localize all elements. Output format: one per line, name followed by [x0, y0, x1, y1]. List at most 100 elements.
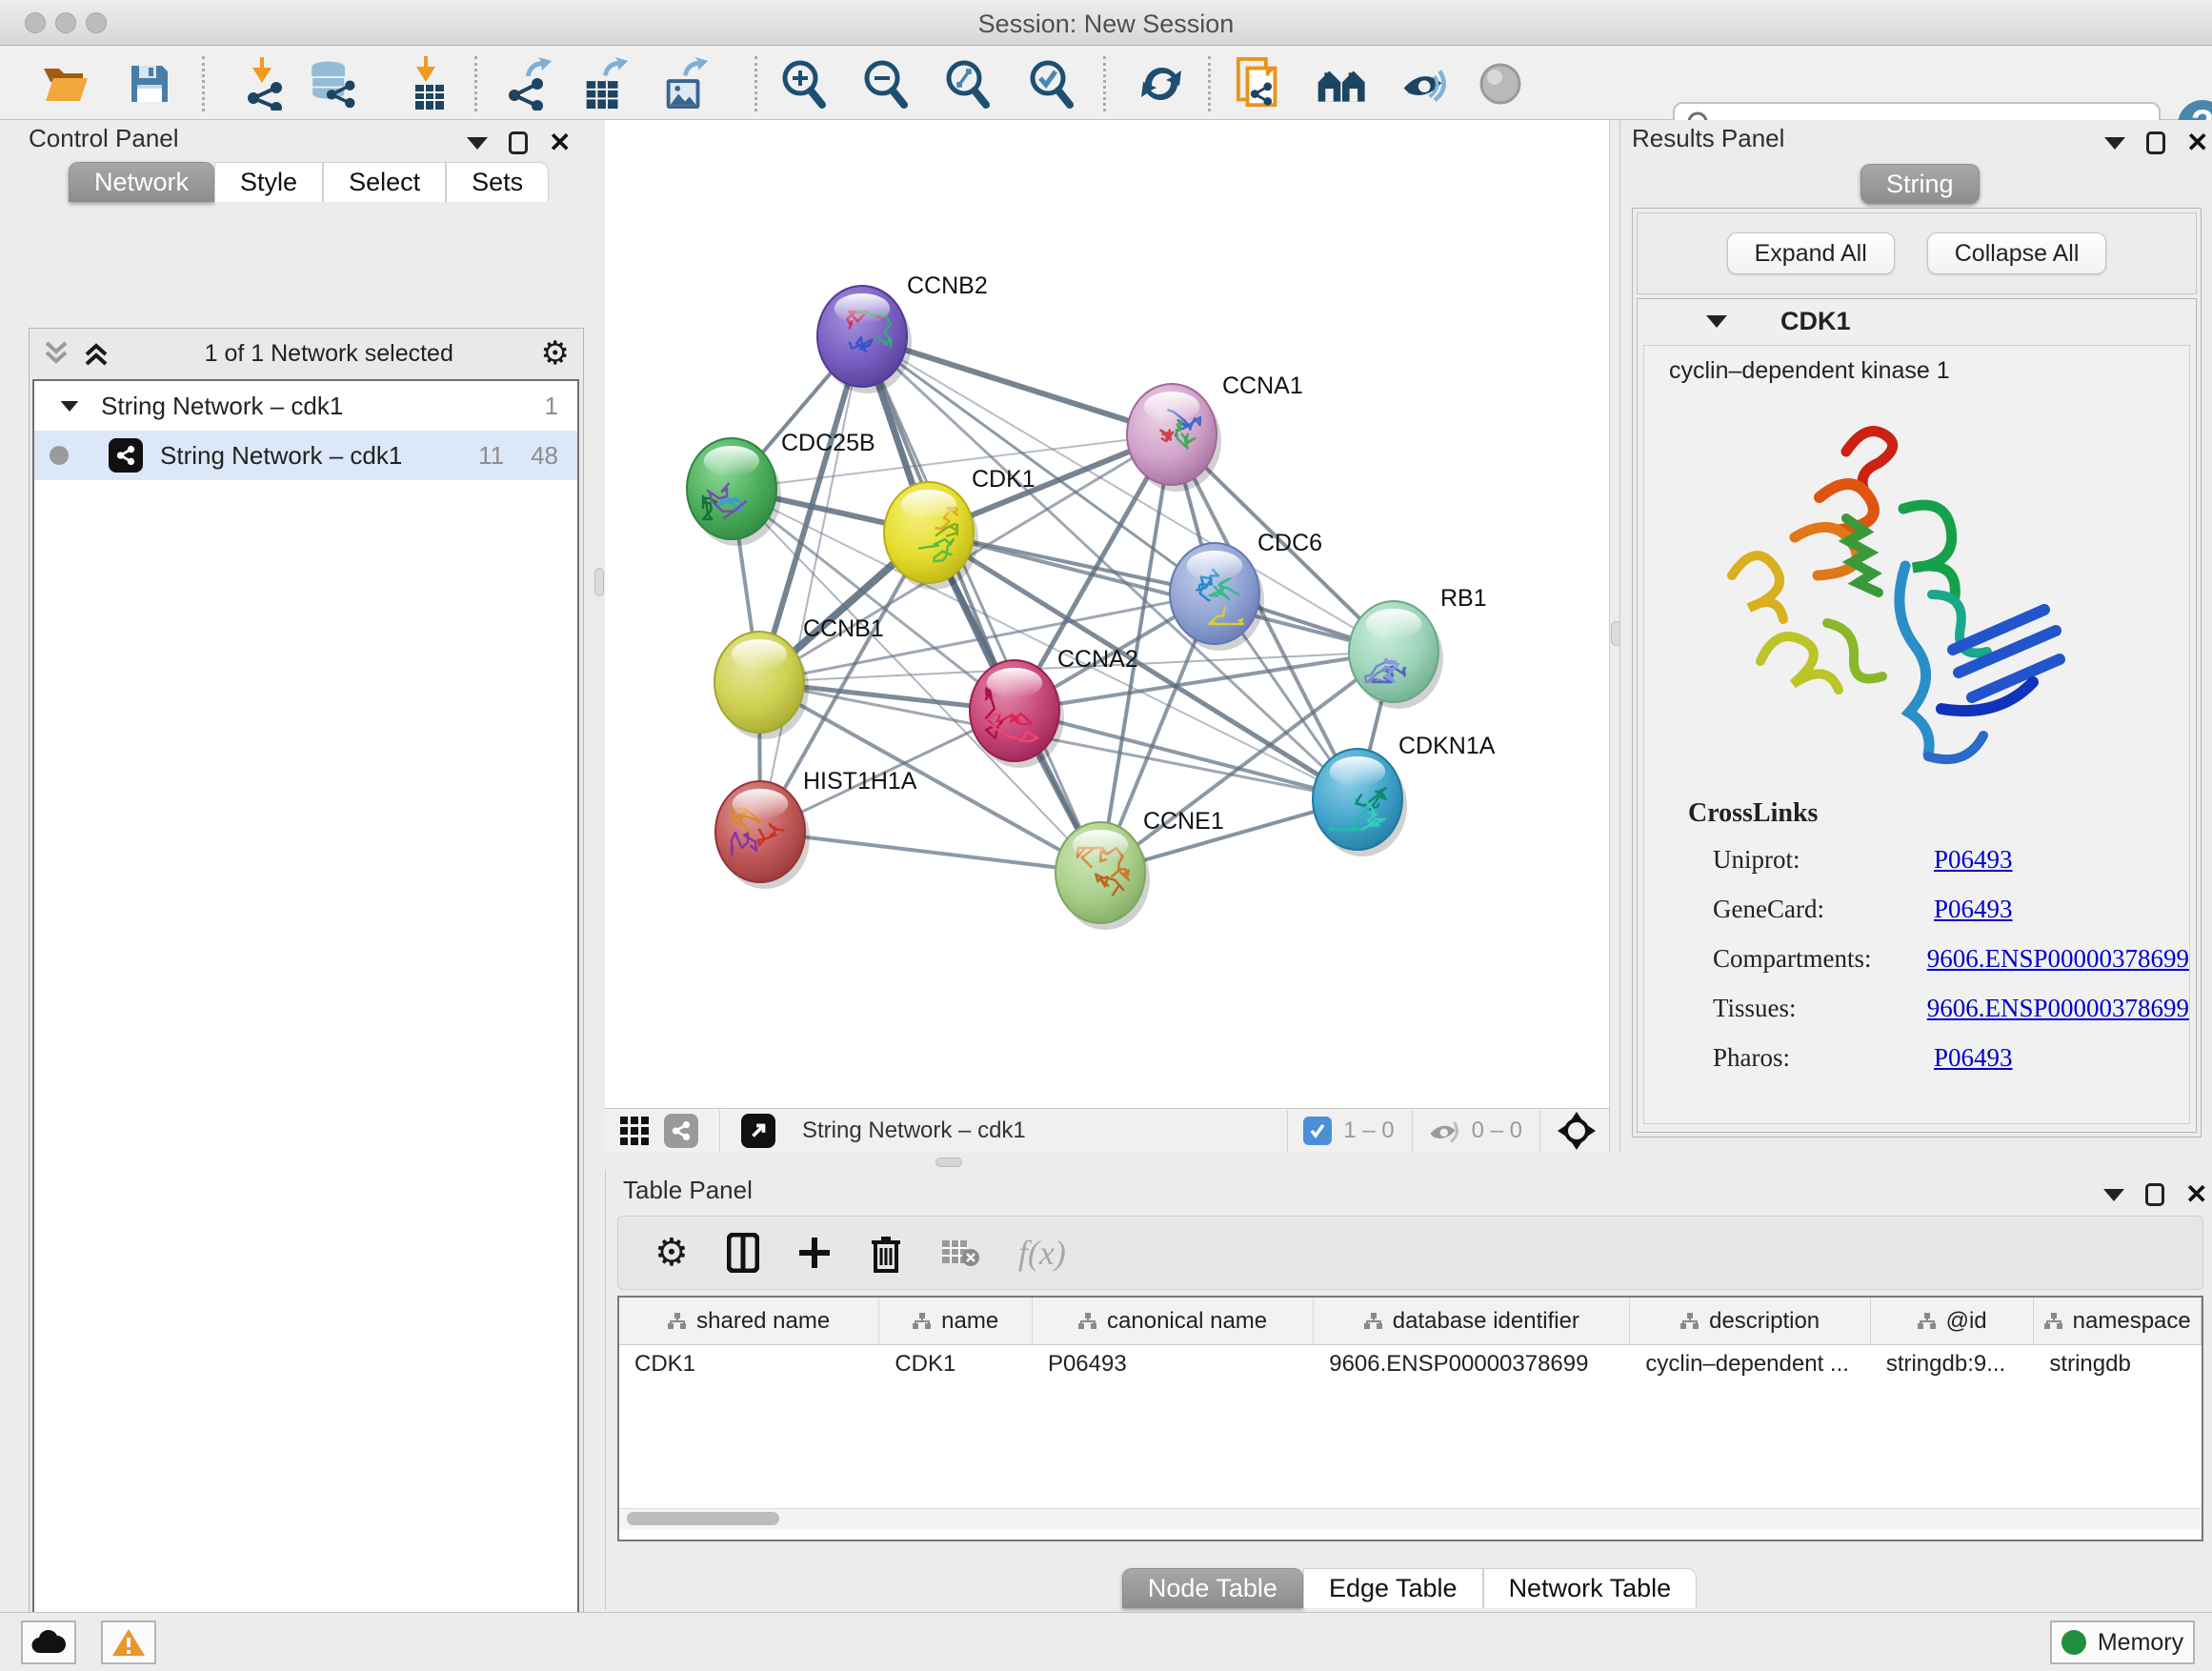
- node-RB1[interactable]: [1349, 601, 1443, 709]
- tab-style[interactable]: Style: [214, 162, 323, 202]
- first-neighbors-icon[interactable]: [1317, 58, 1368, 110]
- collapse-all-button[interactable]: Collapse All: [1927, 232, 2107, 274]
- column-header-shared-name[interactable]: shared name: [619, 1298, 879, 1344]
- zoom-out-icon[interactable]: [859, 58, 911, 110]
- zoom-fit-icon[interactable]: [941, 58, 993, 110]
- tree-expand-icon[interactable]: [61, 400, 79, 411]
- column-header-namespace[interactable]: namespace: [2034, 1298, 2202, 1344]
- crosslink-link[interactable]: 9606.ENSP00000378699: [1927, 994, 2189, 1023]
- export-image-icon[interactable]: [659, 58, 711, 110]
- panel-float-icon[interactable]: [509, 131, 528, 154]
- collapse-all-icon[interactable]: [43, 339, 77, 368]
- scrollbar-thumb[interactable]: [627, 1512, 779, 1525]
- expand-all-icon[interactable]: [83, 339, 117, 368]
- memory-button[interactable]: Memory: [2050, 1621, 2195, 1664]
- table-cell[interactable]: CDK1: [619, 1351, 879, 1378]
- panel-float-icon[interactable]: [2145, 1183, 2164, 1206]
- crosslink-row: Pharos:P06493: [1713, 1033, 2189, 1082]
- node-CDK1[interactable]: [884, 482, 978, 590]
- network-canvas[interactable]: CCNB2CCNA1CDC25BCDK1CDC6RB1CCNB1CCNA2CDK…: [605, 120, 1610, 1108]
- tab-network-table[interactable]: Network Table: [1483, 1568, 1698, 1608]
- fit-selected-icon[interactable]: [1558, 1112, 1596, 1150]
- show-all-icon[interactable]: [1475, 58, 1526, 110]
- zoom-in-icon[interactable]: [777, 58, 829, 110]
- open-file-icon[interactable]: [40, 58, 91, 110]
- panel-menu-icon[interactable]: [2104, 137, 2125, 150]
- node-CDKN1A[interactable]: [1313, 749, 1407, 856]
- node-CCNE1[interactable]: [1056, 822, 1150, 930]
- edge-CCNB2-HIST1H1A[interactable]: [760, 336, 862, 832]
- copy-network-icon[interactable]: [1235, 58, 1286, 110]
- table-cell[interactable]: 9606.ENSP00000378699: [1314, 1351, 1630, 1378]
- crosslink-link[interactable]: 9606.ENSP00000378699: [1927, 944, 2189, 974]
- tab-select[interactable]: Select: [323, 162, 446, 202]
- gene-section: CDK1 cyclin–dependent kinase 1: [1637, 298, 2197, 1133]
- node-CCNB2[interactable]: [817, 286, 912, 393]
- table-cell[interactable]: stringdb:9...: [1871, 1351, 2035, 1378]
- gear-icon[interactable]: ⚙: [541, 337, 570, 370]
- table-cell[interactable]: cyclin–dependent ...: [1630, 1351, 1870, 1378]
- table-cell[interactable]: P06493: [1033, 1351, 1314, 1378]
- export-network-icon[interactable]: [505, 58, 556, 110]
- show-columns-icon[interactable]: [727, 1233, 759, 1273]
- grid-view-icon[interactable]: [618, 1115, 651, 1147]
- bottom-splitter-handle[interactable]: [935, 1158, 962, 1167]
- warning-button[interactable]: [101, 1621, 156, 1664]
- network-collection-row[interactable]: String Network – cdk1 1: [34, 381, 577, 431]
- column-header-description[interactable]: description: [1630, 1298, 1870, 1344]
- export-table-icon[interactable]: [579, 58, 631, 110]
- tab-string[interactable]: String: [1860, 164, 1980, 204]
- tab-edge-table[interactable]: Edge Table: [1303, 1568, 1483, 1608]
- import-network-file-icon[interactable]: [236, 58, 288, 110]
- panel-close-icon[interactable]: ✕: [2186, 131, 2208, 154]
- panel-menu-icon[interactable]: [467, 137, 488, 150]
- node-CDC25B[interactable]: [687, 438, 781, 546]
- table-cell[interactable]: CDK1: [879, 1351, 1033, 1378]
- column-header-name[interactable]: name: [879, 1298, 1033, 1344]
- node-CDC6[interactable]: [1170, 543, 1264, 651]
- selected-nodes-checkbox[interactable]: [1303, 1117, 1332, 1145]
- edge-HIST1H1A-CCNE1[interactable]: [760, 832, 1100, 873]
- node-HIST1H1A[interactable]: [715, 781, 810, 889]
- birds-eye-view-icon[interactable]: [741, 1114, 775, 1148]
- column-header-id[interactable]: @id: [1871, 1298, 2035, 1344]
- panel-menu-icon[interactable]: [2103, 1189, 2124, 1201]
- delete-column-icon[interactable]: [870, 1233, 902, 1273]
- tab-node-table[interactable]: Node Table: [1122, 1568, 1303, 1608]
- import-table-icon[interactable]: [400, 58, 452, 110]
- toolbar-separator: [754, 56, 757, 111]
- table-row[interactable]: CDK1CDK1P064939606.ENSP00000378699cyclin…: [619, 1345, 2202, 1383]
- column-header-canonical-name[interactable]: canonical name: [1033, 1298, 1314, 1344]
- crosslink-link[interactable]: P06493: [1934, 1043, 2013, 1073]
- add-column-icon[interactable]: [797, 1236, 832, 1270]
- table-cell[interactable]: stringdb: [2034, 1351, 2202, 1378]
- tab-sets[interactable]: Sets: [446, 162, 549, 202]
- save-session-icon[interactable]: [124, 58, 175, 110]
- table-horizontal-scrollbar[interactable]: [619, 1508, 2202, 1529]
- column-header-database-identifier[interactable]: database identifier: [1314, 1298, 1630, 1344]
- panel-close-icon[interactable]: ✕: [549, 131, 571, 154]
- function-builder-icon[interactable]: f(x): [1018, 1233, 1066, 1273]
- edge-CDK1-RB1[interactable]: [929, 533, 1394, 652]
- import-network-database-icon[interactable]: [307, 58, 358, 110]
- crosslink-link[interactable]: P06493: [1934, 895, 2013, 924]
- network-icon[interactable]: [664, 1114, 698, 1148]
- section-collapse-icon[interactable]: [1706, 315, 1727, 328]
- table-settings-icon[interactable]: ⚙: [654, 1237, 689, 1269]
- window-title: Session: New Session: [0, 10, 2212, 39]
- zoom-selected-icon[interactable]: [1025, 58, 1076, 110]
- tab-network[interactable]: Network: [69, 162, 214, 202]
- hidden-eye-icon[interactable]: [1428, 1117, 1462, 1145]
- delete-table-icon[interactable]: [940, 1237, 980, 1269]
- network-row[interactable]: String Network – cdk1 11 48: [34, 431, 577, 480]
- panel-float-icon[interactable]: [2146, 131, 2165, 154]
- refresh-layout-icon[interactable]: [1136, 58, 1187, 110]
- cloud-button[interactable]: [21, 1621, 76, 1664]
- panel-close-icon[interactable]: ✕: [2185, 1183, 2207, 1206]
- crosslink-link[interactable]: P06493: [1934, 845, 2013, 875]
- hide-selected-icon[interactable]: [1400, 58, 1452, 110]
- crosslinks-title: CrossLinks: [1688, 798, 2189, 829]
- left-splitter-handle[interactable]: [594, 568, 604, 596]
- expand-all-button[interactable]: Expand All: [1727, 232, 1895, 274]
- node-CCNA1[interactable]: [1127, 384, 1221, 492]
